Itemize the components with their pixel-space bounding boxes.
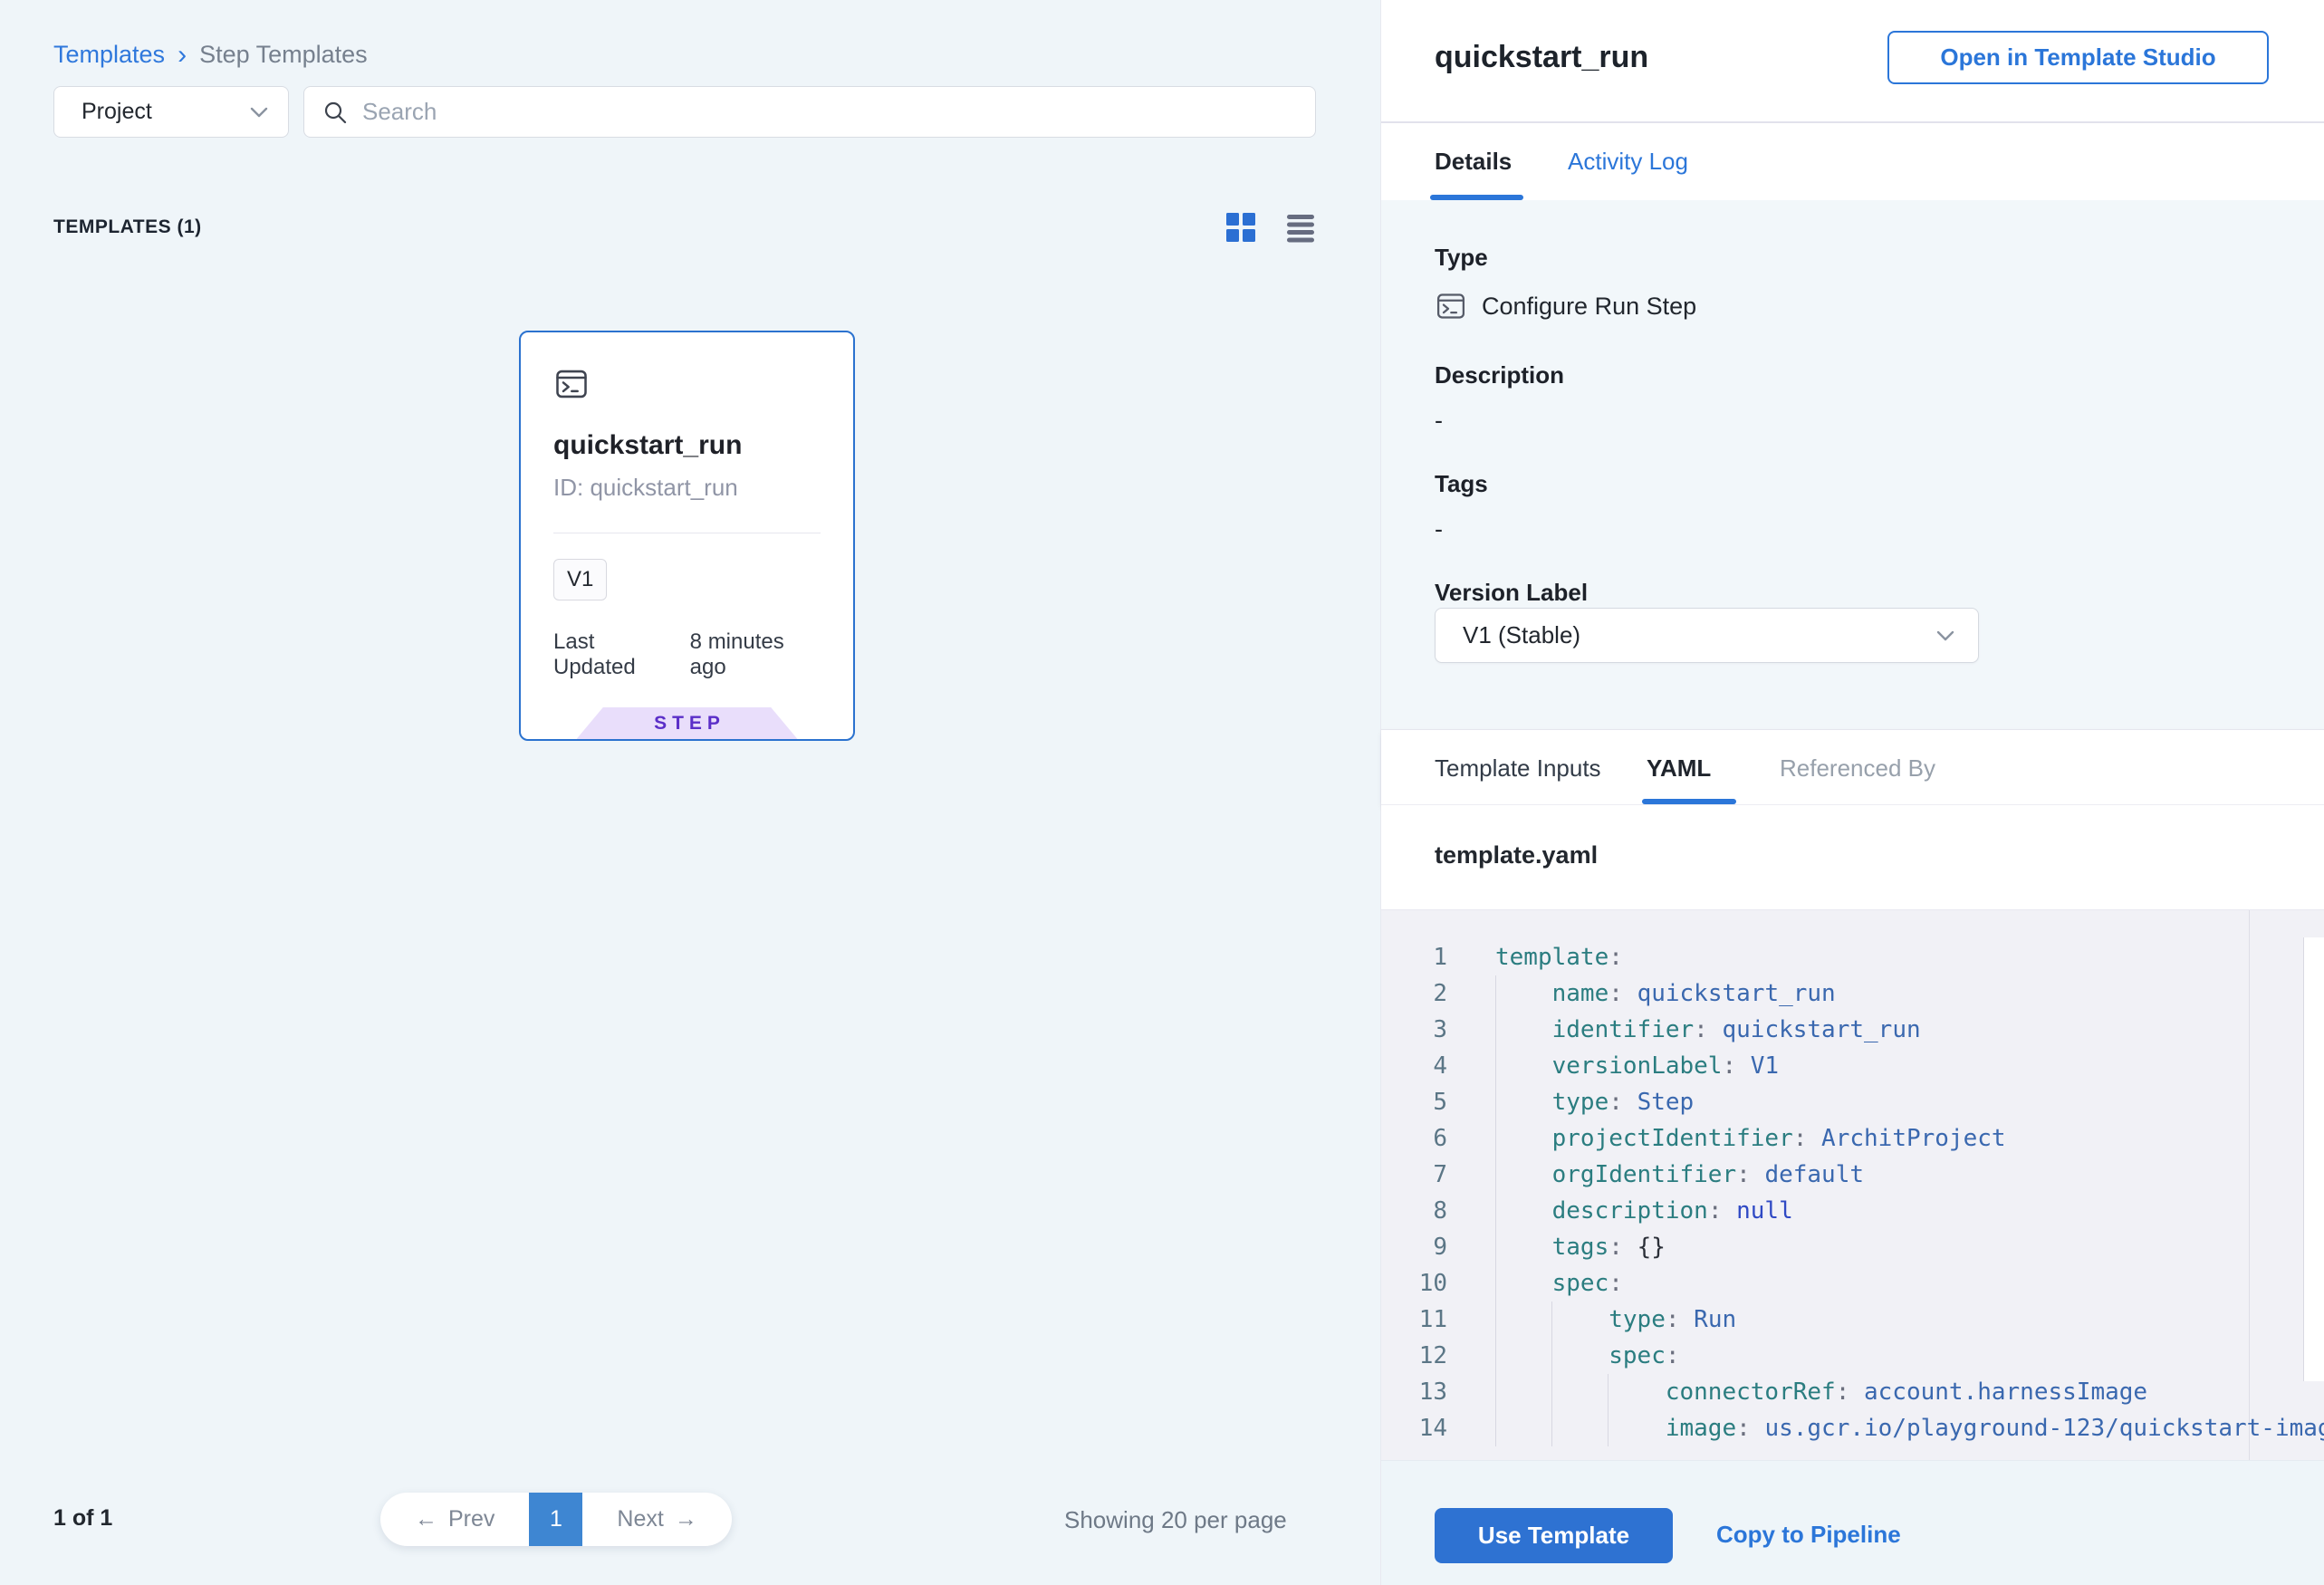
- yaml-file-band: template.yaml: [1381, 805, 2324, 910]
- templates-page: Templates › Step Templates Project TEMPL…: [0, 0, 2324, 1585]
- last-updated-label: Last Updated: [553, 629, 677, 680]
- chevron-down-icon: [250, 107, 268, 118]
- next-page-button[interactable]: Next →: [582, 1493, 731, 1546]
- search-input[interactable]: [362, 98, 1297, 126]
- template-card-title: quickstart_run: [553, 430, 821, 461]
- scope-select[interactable]: Project: [53, 86, 289, 138]
- arrow-right-icon: →: [675, 1506, 697, 1532]
- search-icon: [322, 100, 348, 125]
- run-step-terminal-icon: [1435, 291, 1467, 322]
- per-page-label: Showing 20 per page: [1064, 1506, 1320, 1534]
- details-section: Type Configure Run Step Description - Ta…: [1381, 200, 2324, 729]
- editor-minimap-scrollbar[interactable]: [2303, 937, 2324, 1381]
- type-value-row: Configure Run Step: [1435, 291, 1696, 322]
- tab-template-inputs[interactable]: Template Inputs: [1435, 730, 1601, 806]
- yaml-line: 12 spec:: [1381, 1338, 2324, 1374]
- list-header: TEMPLATES (1): [53, 208, 1316, 246]
- version-label: Version Label: [1435, 579, 1588, 607]
- template-detail-panel: quickstart_run Open in Template Studio D…: [1380, 0, 2324, 1585]
- breadcrumb-templates-link[interactable]: Templates: [53, 41, 165, 69]
- chevron-down-icon: [1936, 630, 1954, 641]
- chevron-right-icon: ›: [178, 43, 187, 67]
- yaml-line: 7 orgIdentifier: default: [1381, 1157, 2324, 1193]
- breadcrumb: Templates › Step Templates: [53, 36, 368, 72]
- last-updated-row: Last Updated 8 minutes ago: [553, 629, 821, 680]
- tags-value: -: [1435, 515, 1443, 543]
- yaml-line: 8 description: null: [1381, 1193, 2324, 1229]
- copy-to-pipeline-link[interactable]: Copy to Pipeline: [1716, 1521, 1901, 1549]
- prev-page-button[interactable]: ← Prev: [380, 1493, 529, 1546]
- view-toggles: [1225, 212, 1316, 243]
- yaml-line: 13 connectorRef: account.harnessImage: [1381, 1374, 2324, 1410]
- breadcrumb-current: Step Templates: [199, 41, 368, 69]
- active-subtab-underline: [1642, 799, 1736, 804]
- grid-view-icon[interactable]: [1225, 212, 1256, 243]
- type-value: Configure Run Step: [1482, 293, 1696, 321]
- yaml-line: 5 type: Step: [1381, 1084, 2324, 1120]
- tab-details[interactable]: Details: [1435, 123, 1512, 200]
- detail-header: quickstart_run Open in Template Studio: [1381, 0, 2324, 123]
- yaml-line: 4 versionLabel: V1: [1381, 1048, 2324, 1084]
- last-updated-value: 8 minutes ago: [690, 629, 821, 680]
- yaml-line: 11 type: Run: [1381, 1302, 2324, 1338]
- next-label: Next: [617, 1506, 663, 1532]
- description-label: Description: [1435, 361, 1564, 389]
- scope-select-value: Project: [82, 99, 152, 125]
- version-select[interactable]: V1 (Stable): [1435, 608, 1979, 663]
- run-step-terminal-icon: [553, 367, 590, 401]
- type-label: Type: [1435, 244, 1488, 272]
- yaml-file-name: template.yaml: [1435, 841, 1598, 869]
- template-card[interactable]: quickstart_run ID: quickstart_run V1 Las…: [519, 331, 855, 741]
- templates-count-label: TEMPLATES (1): [53, 216, 202, 238]
- tags-label: Tags: [1435, 470, 1488, 498]
- arrow-left-icon: ←: [415, 1506, 437, 1532]
- detail-title: quickstart_run: [1435, 40, 1648, 75]
- page-summary: 1 of 1: [53, 1505, 112, 1532]
- template-list-panel: Templates › Step Templates Project TEMPL…: [0, 0, 1380, 1585]
- yaml-line: 9 tags: {}: [1381, 1229, 2324, 1265]
- tab-activity-log[interactable]: Activity Log: [1568, 123, 1688, 200]
- search-box: [303, 86, 1316, 138]
- description-value: -: [1435, 407, 1443, 435]
- version-select-value: V1 (Stable): [1463, 621, 1580, 649]
- pagination-control: ← Prev 1 Next →: [380, 1493, 732, 1546]
- tab-referenced-by[interactable]: Referenced By: [1780, 730, 1935, 806]
- yaml-line: 3 identifier: quickstart_run: [1381, 1012, 2324, 1048]
- open-in-template-studio-button[interactable]: Open in Template Studio: [1887, 31, 2269, 84]
- template-card-content: quickstart_run ID: quickstart_run V1 Las…: [521, 332, 853, 739]
- detail-subtabs: Template Inputs YAML Referenced By: [1381, 729, 2324, 805]
- yaml-line: 14 image: us.gcr.io/playground-123/quick…: [1381, 1410, 2324, 1446]
- list-view-icon[interactable]: [1285, 212, 1316, 243]
- detail-tabs: Details Activity Log: [1381, 123, 2324, 200]
- tab-yaml[interactable]: YAML: [1647, 730, 1711, 806]
- detail-footer: Use Template Copy to Pipeline: [1381, 1460, 2324, 1585]
- yaml-editor[interactable]: 1template:2 name: quickstart_run3 identi…: [1381, 910, 2324, 1460]
- yaml-line: 2 name: quickstart_run: [1381, 975, 2324, 1012]
- yaml-line: 10 spec:: [1381, 1265, 2324, 1302]
- version-badge[interactable]: V1: [553, 559, 607, 600]
- yaml-line: 1template:: [1381, 939, 2324, 975]
- use-template-button[interactable]: Use Template: [1435, 1508, 1673, 1563]
- prev-label: Prev: [448, 1506, 495, 1532]
- step-type-ribbon: STEP: [577, 707, 798, 739]
- page-number-button[interactable]: 1: [529, 1493, 582, 1546]
- template-card-id: ID: quickstart_run: [553, 474, 821, 502]
- yaml-line: 6 projectIdentifier: ArchitProject: [1381, 1120, 2324, 1157]
- yaml-editor-lines: 1template:2 name: quickstart_run3 identi…: [1381, 939, 2324, 1446]
